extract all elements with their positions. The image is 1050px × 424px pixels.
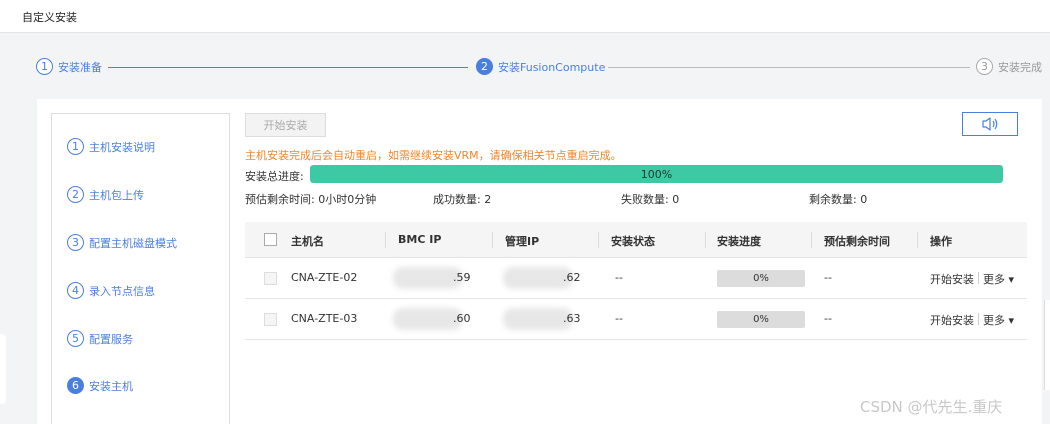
step-label: 安装完成	[998, 60, 1042, 74]
install-stats: 预估剩余时间: 0小时0分钟 成功数量: 2 失败数量: 0 剩余数量: 0	[245, 191, 1025, 206]
step-number: 3	[976, 58, 993, 75]
row-start-install-link[interactable]: 开始安装	[930, 312, 974, 328]
subnav-number: 4	[67, 282, 84, 299]
left-edge-tab	[0, 334, 6, 404]
select-all-checkbox[interactable]	[264, 233, 277, 246]
row-more-menu[interactable]: 更多 ▾	[983, 271, 1014, 287]
row-start-install-link[interactable]: 开始安装	[930, 271, 974, 287]
total-progress-label: 安装总进度:	[245, 170, 304, 183]
subnav-item-configure-service[interactable]: 5 配置服务	[67, 330, 133, 347]
mgmt-ip: .62	[563, 271, 581, 284]
host-table: 主机名 BMC IP 管理IP 安装状态 安装进度 预估剩余时间 操作 CNA-…	[245, 222, 1027, 340]
step-connector	[608, 67, 970, 68]
mgmt-ip: .63	[563, 312, 581, 325]
right-scroll-edge	[1044, 300, 1050, 390]
subnav-item-host-install-guide[interactable]: 1 主机安装说明	[67, 138, 155, 155]
subnav-item-disk-mode[interactable]: 3 配置主机磁盘模式	[67, 234, 177, 251]
success-count: 成功数量: 2	[433, 193, 492, 206]
window-title: 自定义安装	[22, 11, 77, 24]
step-install-fusioncompute[interactable]: 2 安装FusionCompute	[476, 58, 605, 75]
install-notice: 主机安装完成后会自动重启，如需继续安装VRM，请确保相关节点重启完成。	[245, 149, 622, 162]
bmc-ip: .60	[453, 312, 471, 325]
col-status: 安装状态	[611, 235, 655, 248]
action-separator	[978, 272, 979, 284]
step-number: 1	[36, 58, 53, 75]
col-progress: 安装进度	[717, 235, 761, 248]
install-stepper: 1 安装准备 2 安装FusionCompute 3 安装完成	[0, 33, 1050, 99]
col-actions: 操作	[930, 235, 952, 248]
col-bmc-ip: BMC IP	[398, 233, 442, 246]
row-progress-bar: 0%	[717, 270, 805, 287]
title-bar: 自定义安装	[0, 0, 1050, 33]
subnav-item-install-host[interactable]: 6 安装主机	[67, 377, 133, 394]
row-checkbox[interactable]	[264, 313, 277, 326]
subnav-label: 录入节点信息	[89, 284, 155, 298]
subnav-number: 3	[67, 234, 84, 251]
subnav-number: 1	[67, 138, 84, 155]
sound-toggle-button[interactable]	[962, 112, 1018, 136]
step-complete[interactable]: 3 安装完成	[976, 58, 1042, 75]
table-row: CNA-ZTE-02 .59 .62 -- 0% -- 开始安装 更多 ▾	[245, 258, 1027, 299]
main-panel: 1 主机安装说明 2 主机包上传 3 配置主机磁盘模式 4 录入节点信息 5 配…	[37, 99, 1042, 424]
row-remaining-time: --	[824, 312, 832, 325]
row-remaining-time: --	[824, 271, 832, 284]
col-remaining-time: 预估剩余时间	[824, 235, 890, 248]
table-row: CNA-ZTE-03 .60 .63 -- 0% -- 开始安装 更多 ▾	[245, 299, 1027, 340]
subnav-item-host-package-upload[interactable]: 2 主机包上传	[67, 186, 144, 203]
step-connector	[108, 67, 468, 68]
step-label: 安装FusionCompute	[498, 60, 606, 74]
subnav-number: 6	[67, 377, 84, 394]
remaining-time: 预估剩余时间: 0小时0分钟	[245, 193, 377, 206]
start-install-button[interactable]: 开始安装	[245, 113, 326, 137]
step-prepare[interactable]: 1 安装准备	[36, 58, 102, 75]
step-label: 安装准备	[58, 60, 102, 74]
subnav-label: 配置主机磁盘模式	[89, 236, 177, 250]
subnav-item-node-info[interactable]: 4 录入节点信息	[67, 282, 155, 299]
col-host: 主机名	[291, 235, 324, 248]
col-mgmt-ip: 管理IP	[505, 235, 540, 248]
speaker-icon	[982, 117, 998, 131]
failed-count: 失败数量: 0	[621, 193, 680, 206]
sub-step-nav: 1 主机安装说明 2 主机包上传 3 配置主机磁盘模式 4 录入节点信息 5 配…	[51, 113, 230, 424]
row-progress-bar: 0%	[717, 311, 805, 328]
table-header: 主机名 BMC IP 管理IP 安装状态 安装进度 预估剩余时间 操作	[245, 222, 1027, 258]
watermark: CSDN @代先生.重庆	[860, 398, 1003, 416]
subnav-label: 配置服务	[89, 332, 133, 346]
progress-text: 100%	[640, 167, 673, 181]
subnav-label: 主机包上传	[89, 188, 144, 202]
column-divider	[811, 232, 812, 248]
column-divider	[917, 232, 918, 248]
host-name: CNA-ZTE-03	[291, 312, 358, 325]
subnav-label: 主机安装说明	[89, 140, 155, 154]
subnav-number: 5	[67, 330, 84, 347]
row-checkbox[interactable]	[264, 272, 277, 285]
total-progress-bar: 100%	[310, 165, 1003, 183]
column-divider	[705, 232, 706, 248]
subnav-number: 2	[67, 186, 84, 203]
column-divider	[492, 232, 493, 248]
column-divider	[598, 232, 599, 248]
host-name: CNA-ZTE-02	[291, 271, 358, 284]
row-more-menu[interactable]: 更多 ▾	[983, 312, 1014, 328]
install-status: --	[615, 312, 623, 325]
install-status: --	[615, 271, 623, 284]
bmc-ip: .59	[453, 271, 471, 284]
step-number: 2	[476, 58, 493, 75]
subnav-label: 安装主机	[89, 379, 133, 393]
action-separator	[978, 313, 979, 325]
column-divider	[385, 232, 386, 248]
remaining-count: 剩余数量: 0	[809, 193, 868, 206]
